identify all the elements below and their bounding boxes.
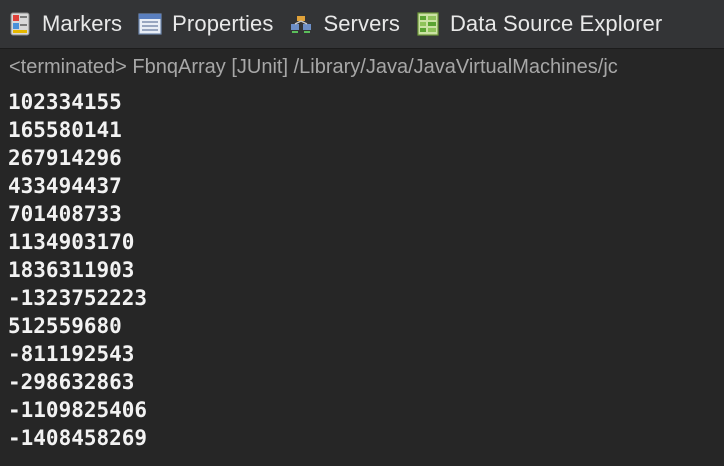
tab-properties-label: Properties [172,11,274,36]
tab-markers[interactable]: Markers [0,0,130,48]
tab-servers[interactable]: Servers [281,0,408,48]
console-output-line: 102334155 [8,90,122,114]
console-output-line: -1323752223 [8,286,148,310]
console-output-line: -811192543 [8,342,135,366]
console-output-line: 433494437 [8,174,122,198]
console-view[interactable]: <terminated> FbnqArray [JUnit] /Library/… [0,49,724,466]
view-tab-bar: Markers Properties Servers Data Source E… [0,0,724,49]
tab-markers-label: Markers [42,11,123,36]
console-output-line: 1134903170 [8,230,135,254]
tab-data-source-explorer[interactable]: Data Source Explorer [408,0,670,48]
console-output-line: 1836311903 [8,258,135,282]
console-output-line: 512559680 [8,314,122,338]
properties-icon [138,13,162,35]
servers-icon [291,16,312,33]
tab-servers-label: Servers [323,11,400,36]
console-output-line: -1408458269 [8,426,148,450]
data-source-explorer-icon [417,12,439,36]
console-output-line: 165580141 [8,118,122,142]
eclipse-bottom-panel: Markers Properties Servers Data Source E… [0,0,724,466]
tab-properties[interactable]: Properties [130,0,281,48]
console-output-line: -1109825406 [8,398,148,422]
console-output: 102334155 165580141 267914296 433494437 … [8,88,147,452]
console-output-line: 267914296 [8,146,122,170]
markers-icon [10,12,30,36]
tab-data-source-explorer-label: Data Source Explorer [449,11,663,36]
console-output-line: 701408733 [8,202,122,226]
console-output-line: -298632863 [8,370,135,394]
console-status-line: <terminated> FbnqArray [JUnit] /Library/… [9,56,618,78]
